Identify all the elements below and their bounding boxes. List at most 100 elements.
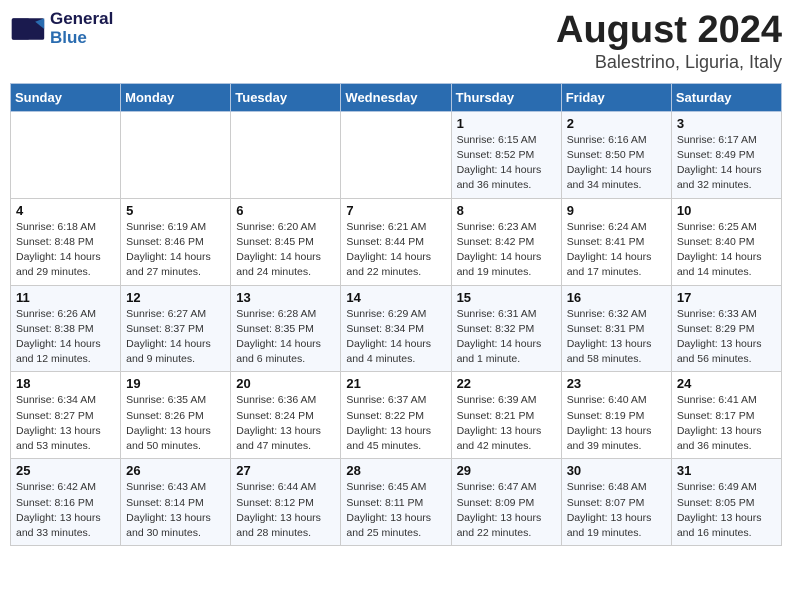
day-number: 30 (567, 463, 666, 478)
day-cell: 21 Sunrise: 6:37 AM Sunset: 8:22 PM Dayli… (341, 372, 451, 459)
day-number: 1 (457, 116, 556, 131)
day-cell (231, 111, 341, 198)
col-header-saturday: Saturday (671, 83, 781, 111)
day-detail: Sunrise: 6:47 AM Sunset: 8:09 PM Dayligh… (457, 480, 556, 541)
day-number: 9 (567, 203, 666, 218)
day-detail: Sunrise: 6:31 AM Sunset: 8:32 PM Dayligh… (457, 307, 556, 368)
day-cell: 14 Sunrise: 6:29 AM Sunset: 8:34 PM Dayli… (341, 285, 451, 372)
day-cell: 28 Sunrise: 6:45 AM Sunset: 8:11 PM Dayli… (341, 459, 451, 546)
day-number: 22 (457, 376, 556, 391)
day-detail: Sunrise: 6:24 AM Sunset: 8:41 PM Dayligh… (567, 220, 666, 281)
day-cell: 1 Sunrise: 6:15 AM Sunset: 8:52 PM Daylig… (451, 111, 561, 198)
day-number: 19 (126, 376, 225, 391)
logo-line2: Blue (50, 29, 113, 48)
day-cell (121, 111, 231, 198)
day-cell: 31Sunrise: 6:49 AM Sunset: 8:05 PM Dayli… (671, 459, 781, 546)
day-number: 7 (346, 203, 445, 218)
day-detail: Sunrise: 6:37 AM Sunset: 8:22 PM Dayligh… (346, 393, 445, 454)
day-number: 26 (126, 463, 225, 478)
day-number: 24 (677, 376, 776, 391)
day-cell: 13Sunrise: 6:28 AM Sunset: 8:35 PM Dayli… (231, 285, 341, 372)
day-detail: Sunrise: 6:44 AM Sunset: 8:12 PM Dayligh… (236, 480, 335, 541)
day-number: 4 (16, 203, 115, 218)
week-row-5: 25Sunrise: 6:42 AM Sunset: 8:16 PM Dayli… (11, 459, 782, 546)
day-detail: Sunrise: 6:15 AM Sunset: 8:52 PM Dayligh… (457, 133, 556, 194)
day-number: 25 (16, 463, 115, 478)
logo-icon (10, 11, 46, 47)
day-cell: 4 Sunrise: 6:18 AM Sunset: 8:48 PM Daylig… (11, 198, 121, 285)
day-cell: 9 Sunrise: 6:24 AM Sunset: 8:41 PM Daylig… (561, 198, 671, 285)
month-title: August 2024 (556, 10, 782, 52)
day-cell: 2 Sunrise: 6:16 AM Sunset: 8:50 PM Daylig… (561, 111, 671, 198)
day-cell: 24 Sunrise: 6:41 AM Sunset: 8:17 PM Dayli… (671, 372, 781, 459)
col-header-friday: Friday (561, 83, 671, 111)
day-detail: Sunrise: 6:41 AM Sunset: 8:17 PM Dayligh… (677, 393, 776, 454)
col-header-wednesday: Wednesday (341, 83, 451, 111)
day-number: 3 (677, 116, 776, 131)
day-number: 11 (16, 290, 115, 305)
day-cell: 5 Sunrise: 6:19 AM Sunset: 8:46 PM Daylig… (121, 198, 231, 285)
day-detail: Sunrise: 6:43 AM Sunset: 8:14 PM Dayligh… (126, 480, 225, 541)
day-detail: Sunrise: 6:32 AM Sunset: 8:31 PM Dayligh… (567, 307, 666, 368)
day-cell: 12Sunrise: 6:27 AM Sunset: 8:37 PM Dayli… (121, 285, 231, 372)
day-number: 21 (346, 376, 445, 391)
day-number: 29 (457, 463, 556, 478)
day-number: 27 (236, 463, 335, 478)
day-cell: 19 Sunrise: 6:35 AM Sunset: 8:26 PM Dayli… (121, 372, 231, 459)
day-number: 18 (16, 376, 115, 391)
day-number: 2 (567, 116, 666, 131)
day-cell: 26 Sunrise: 6:43 AM Sunset: 8:14 PM Dayli… (121, 459, 231, 546)
day-detail: Sunrise: 6:17 AM Sunset: 8:49 PM Dayligh… (677, 133, 776, 194)
day-number: 17 (677, 290, 776, 305)
day-number: 13 (236, 290, 335, 305)
day-number: 6 (236, 203, 335, 218)
day-cell: 17Sunrise: 6:33 AM Sunset: 8:29 PM Dayli… (671, 285, 781, 372)
day-cell: 22Sunrise: 6:39 AM Sunset: 8:21 PM Dayli… (451, 372, 561, 459)
day-detail: Sunrise: 6:25 AM Sunset: 8:40 PM Dayligh… (677, 220, 776, 281)
day-number: 10 (677, 203, 776, 218)
day-detail: Sunrise: 6:19 AM Sunset: 8:46 PM Dayligh… (126, 220, 225, 281)
day-cell (11, 111, 121, 198)
day-cell: 3 Sunrise: 6:17 AM Sunset: 8:49 PM Daylig… (671, 111, 781, 198)
day-number: 23 (567, 376, 666, 391)
day-cell: 8 Sunrise: 6:23 AM Sunset: 8:42 PM Daylig… (451, 198, 561, 285)
logo: General Blue (10, 10, 113, 47)
day-cell: 20 Sunrise: 6:36 AM Sunset: 8:24 PM Dayli… (231, 372, 341, 459)
col-header-sunday: Sunday (11, 83, 121, 111)
calendar-table: SundayMondayTuesdayWednesdayThursdayFrid… (10, 83, 782, 546)
day-number: 8 (457, 203, 556, 218)
week-row-2: 4 Sunrise: 6:18 AM Sunset: 8:48 PM Daylig… (11, 198, 782, 285)
day-number: 20 (236, 376, 335, 391)
day-cell: 29 Sunrise: 6:47 AM Sunset: 8:09 PM Dayli… (451, 459, 561, 546)
week-row-1: 1 Sunrise: 6:15 AM Sunset: 8:52 PM Daylig… (11, 111, 782, 198)
day-detail: Sunrise: 6:35 AM Sunset: 8:26 PM Dayligh… (126, 393, 225, 454)
day-number: 14 (346, 290, 445, 305)
day-detail: Sunrise: 6:40 AM Sunset: 8:19 PM Dayligh… (567, 393, 666, 454)
day-number: 5 (126, 203, 225, 218)
day-cell: 23 Sunrise: 6:40 AM Sunset: 8:19 PM Dayli… (561, 372, 671, 459)
col-header-tuesday: Tuesday (231, 83, 341, 111)
day-detail: Sunrise: 6:16 AM Sunset: 8:50 PM Dayligh… (567, 133, 666, 194)
day-detail: Sunrise: 6:29 AM Sunset: 8:34 PM Dayligh… (346, 307, 445, 368)
day-detail: Sunrise: 6:20 AM Sunset: 8:45 PM Dayligh… (236, 220, 335, 281)
day-detail: Sunrise: 6:26 AM Sunset: 8:38 PM Dayligh… (16, 307, 115, 368)
day-cell: 25Sunrise: 6:42 AM Sunset: 8:16 PM Dayli… (11, 459, 121, 546)
day-cell: 18Sunrise: 6:34 AM Sunset: 8:27 PM Dayli… (11, 372, 121, 459)
day-detail: Sunrise: 6:36 AM Sunset: 8:24 PM Dayligh… (236, 393, 335, 454)
col-header-monday: Monday (121, 83, 231, 111)
day-cell: 6 Sunrise: 6:20 AM Sunset: 8:45 PM Daylig… (231, 198, 341, 285)
week-row-4: 18Sunrise: 6:34 AM Sunset: 8:27 PM Dayli… (11, 372, 782, 459)
day-detail: Sunrise: 6:27 AM Sunset: 8:37 PM Dayligh… (126, 307, 225, 368)
day-cell: 7Sunrise: 6:21 AM Sunset: 8:44 PM Daylig… (341, 198, 451, 285)
col-header-thursday: Thursday (451, 83, 561, 111)
logo-line1: General (50, 10, 113, 29)
day-cell: 11 Sunrise: 6:26 AM Sunset: 8:38 PM Dayli… (11, 285, 121, 372)
day-number: 16 (567, 290, 666, 305)
day-number: 28 (346, 463, 445, 478)
day-detail: Sunrise: 6:45 AM Sunset: 8:11 PM Dayligh… (346, 480, 445, 541)
day-detail: Sunrise: 6:23 AM Sunset: 8:42 PM Dayligh… (457, 220, 556, 281)
day-detail: Sunrise: 6:18 AM Sunset: 8:48 PM Dayligh… (16, 220, 115, 281)
day-cell (341, 111, 451, 198)
page-header: General Blue August 2024 Balestrino, Lig… (10, 10, 782, 73)
week-row-3: 11 Sunrise: 6:26 AM Sunset: 8:38 PM Dayli… (11, 285, 782, 372)
